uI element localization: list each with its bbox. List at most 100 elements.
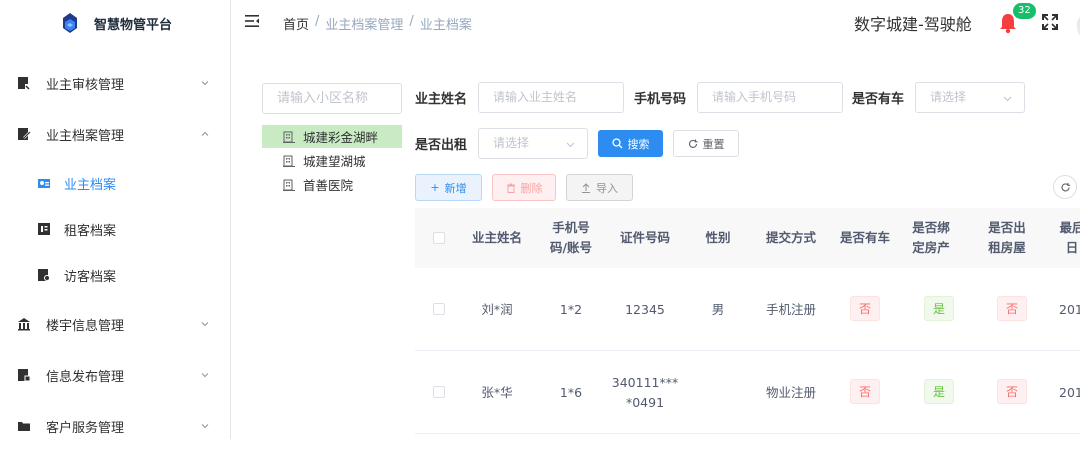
submit-method-cell: 物业注册 — [765, 384, 816, 400]
phone-input[interactable]: 请输入手机号码 — [697, 82, 843, 113]
row-checkbox[interactable] — [433, 303, 445, 315]
menu-fold-icon[interactable] — [245, 15, 259, 27]
tenant-icon — [38, 223, 50, 235]
breadcrumb-separator: / — [409, 14, 414, 29]
has-car-select[interactable]: 请选择 — [915, 82, 1025, 113]
trash-icon — [506, 183, 515, 193]
breadcrumb: 首页 / 业主档案管理 / 业主档案 — [283, 14, 472, 33]
column-header: 最后日 — [1059, 220, 1080, 255]
publish-icon — [18, 369, 31, 382]
owner-icon — [38, 179, 50, 188]
refresh-table-button[interactable] — [1053, 175, 1077, 199]
sidebar-subitem-visitor-archive[interactable]: 访客档案 — [0, 253, 230, 297]
import-button[interactable]: 导入 — [566, 174, 633, 201]
owner-name-label: 业主姓名 — [415, 92, 468, 107]
column-header: 性别 — [705, 230, 731, 245]
building-icon — [18, 318, 30, 331]
phone-cell: 1*2 — [559, 301, 583, 317]
sidebar-subitem-owner-archive[interactable]: 业主档案 — [0, 161, 230, 205]
table-header: 业主姓名 手机号码/账号 证件号码 性别 提交方式 是否有车 是否绑定房产 是否… — [415, 208, 1080, 268]
chevron-down-icon — [201, 373, 209, 378]
logo-icon — [63, 13, 77, 33]
add-button-label: 新增 — [444, 181, 467, 195]
building-icon — [283, 179, 295, 191]
column-header: 业主姓名 — [471, 230, 522, 245]
gender-cell: 男 — [711, 301, 725, 317]
import-button-label: 导入 — [596, 181, 618, 195]
sidebar-item-building-info[interactable]: 楼宇信息管理 — [0, 301, 230, 347]
gender-cell — [695, 351, 741, 434]
sidebar-item-info-publish[interactable]: 信息发布管理 — [0, 352, 230, 398]
sidebar-subitem-label: 访客档案 — [64, 269, 117, 285]
delete-button-label: 删除 — [520, 181, 543, 195]
chevron-down-icon — [201, 81, 209, 86]
sidebar-item-label: 客户服务管理 — [46, 420, 125, 436]
building-icon — [283, 155, 295, 167]
reset-button-label: 重置 — [702, 137, 725, 151]
reset-button[interactable]: 重置 — [673, 130, 739, 157]
tree-node-label: 城建望湖城 — [303, 154, 366, 169]
building-icon — [283, 131, 295, 143]
id-number-cell: 12345 — [625, 301, 665, 317]
upload-icon — [582, 182, 590, 193]
add-button[interactable]: + 新增 — [415, 174, 482, 201]
sidebar-item-customer-service[interactable]: 客户服务管理 — [0, 403, 230, 449]
delete-button[interactable]: 删除 — [492, 174, 556, 201]
chevron-down-icon — [201, 322, 209, 327]
column-header: 证件号码 — [619, 230, 670, 245]
notification-badge: 32 — [1013, 3, 1036, 19]
top-navbar: 首页 / 业主档案管理 / 业主档案 数字城建-驾驶舱 32 — [231, 0, 1080, 44]
breadcrumb-home[interactable]: 首页 — [283, 14, 309, 33]
fullscreen-icon[interactable] — [1042, 14, 1058, 30]
service-icon — [18, 422, 30, 431]
chevron-down-icon — [201, 424, 209, 429]
refresh-icon — [688, 139, 698, 148]
rented-tag: 否 — [997, 379, 1027, 404]
visitor-icon — [38, 269, 50, 281]
column-header: 是否绑定房产 — [912, 220, 950, 255]
phone-cell: 1*6 — [559, 384, 583, 400]
has-car-label: 是否有车 — [852, 92, 905, 107]
tree-node[interactable]: 城建望湖城 — [262, 149, 402, 172]
breadcrumb-owner-archive-management[interactable]: 业主档案管理 — [325, 14, 403, 33]
cockpit-link[interactable]: 数字城建-驾驶舱 — [854, 11, 972, 35]
select-all-checkbox[interactable] — [433, 232, 445, 244]
chevron-down-icon — [566, 142, 575, 148]
search-button[interactable]: 搜索 — [598, 130, 663, 157]
owner-name-cell: 刘*润 — [481, 301, 513, 317]
sidebar-subitem-label: 业主档案 — [64, 177, 117, 193]
sidebar: 智慧物管平台 业主审核管理 业主档案管理 业主档案 租客档案 访客档案 楼宇信息… — [0, 0, 231, 439]
tree-node[interactable]: 首善医院 — [262, 173, 402, 196]
has-car-tag: 否 — [850, 296, 880, 321]
sidebar-item-owner-archive[interactable]: 业主档案管理 — [0, 111, 230, 157]
phone-label: 手机号码 — [634, 92, 687, 107]
archive-edit-icon — [18, 128, 31, 140]
rent-select-value: 请选择 — [493, 136, 530, 150]
audit-icon — [18, 77, 30, 90]
sidebar-item-label: 信息发布管理 — [46, 369, 125, 385]
tree-node-label: 首善医院 — [303, 178, 354, 193]
row-checkbox[interactable] — [433, 386, 445, 398]
owner-name-input[interactable]: 请输入业主姓名 — [478, 82, 624, 113]
sidebar-subitem-tenant-archive[interactable]: 租客档案 — [0, 207, 230, 251]
breadcrumb-current: 业主档案 — [419, 18, 472, 33]
has-car-select-value: 请选择 — [930, 90, 967, 104]
last-date-cell: 2010 — [1059, 384, 1080, 400]
tree-node[interactable]: 城建彩金湖畔 — [262, 125, 402, 148]
sidebar-item-owner-audit[interactable]: 业主审核管理 — [0, 60, 230, 106]
community-search-input[interactable]: 请输入小区名称 — [262, 83, 402, 114]
chevron-up-icon — [201, 131, 209, 136]
search-button-label: 搜索 — [627, 137, 650, 151]
has-car-tag: 否 — [850, 379, 880, 404]
bound-property-tag: 是 — [924, 296, 954, 321]
sidebar-item-label: 楼宇信息管理 — [46, 318, 125, 334]
column-header: 提交方式 — [765, 230, 816, 245]
column-header: 手机号码/账号 — [549, 220, 593, 255]
rent-select[interactable]: 请选择 — [478, 128, 588, 159]
sidebar-subitem-label: 租客档案 — [64, 223, 117, 239]
plus-icon: + — [430, 181, 440, 194]
rent-label: 是否出租 — [415, 138, 468, 153]
bound-property-tag: 是 — [924, 379, 954, 404]
last-date-cell: 2015 — [1059, 301, 1080, 317]
app-title: 智慧物管平台 — [94, 17, 173, 33]
